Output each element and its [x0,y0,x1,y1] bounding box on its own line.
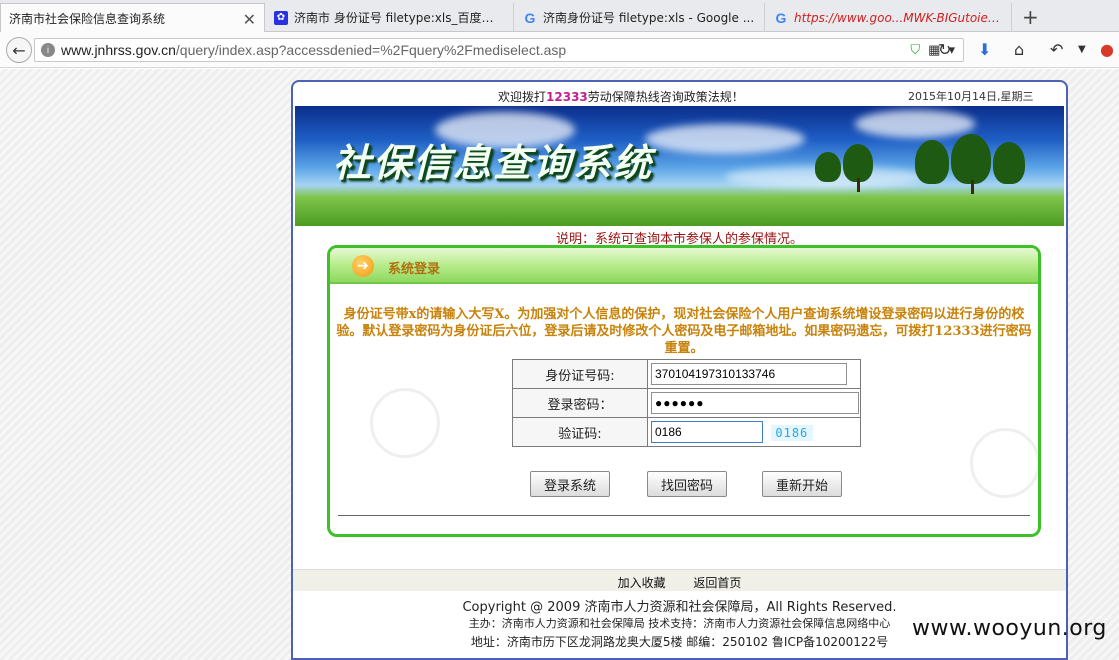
welcome-prefix: 欢迎拨打 [498,90,547,104]
close-icon[interactable]: ✕ [243,10,256,29]
login-button[interactable]: 登录系统 [530,471,610,497]
download-icon[interactable]: ⬇ [978,40,991,59]
current-date: 2015年10月14日,星期三 [908,90,1034,103]
browser-tabbar: 济南市社会保险信息查询系统 ✕ ✿ 济南市 身份证号 filetype:xls_… [0,0,1119,33]
hotline-number: 12333 [546,90,588,104]
top-info-bar: 欢迎拨打12333劳动保障热线咨询政策法规！ 2015年10月14日,星期三 [293,84,1066,106]
footer-links: 加入收藏 返回首页 [293,569,1066,591]
undo-icon[interactable]: ↶ [1050,40,1063,59]
tab-title: 济南市 身份证号 filetype:xls_百度搜索 [294,11,505,25]
banner-title: 社保信息查询系统 [333,141,654,185]
tab-google-search[interactable]: G 济南身份证号 filetype:xls - Google ... [515,3,765,32]
welcome-text: 欢迎拨打12333劳动保障热线咨询政策法规！ [498,88,744,105]
tab-google-url[interactable]: G https://www.goo...MWK-BIGutoie_w [766,3,1012,32]
home-icon[interactable]: ⌂ [1014,40,1024,59]
recover-password-button[interactable]: 找回密码 [647,471,727,497]
login-panel-header: ➔ 系统登录 [330,248,1038,284]
tab-title: 济南市社会保险信息查询系统 [9,12,166,26]
id-number-input[interactable] [651,363,847,385]
login-form: 身份证号码: 登录密码： 验证码: 0186 [512,359,861,447]
password-input[interactable] [651,392,859,414]
tab-baidu-search[interactable]: ✿ 济南市 身份证号 filetype:xls_百度搜索 [266,3,514,32]
addon-icon[interactable]: ● [1100,40,1114,59]
globe-icon: i [41,43,55,57]
captcha-row: 验证码: 0186 [512,417,861,447]
tab-jnhrss[interactable]: 济南市社会保险信息查询系统 ✕ [0,3,265,33]
tab-title: 济南身份证号 filetype:xls - Google ... [543,11,755,25]
id-row: 身份证号码: [512,359,861,389]
login-instructions: 身份证号带x的请输入大写X。为加强对个人信息的保护，现对社会保险个人用户查询系统… [336,307,1032,356]
tab-title: https://www.goo...MWK-BIGutoie_w [794,10,1003,25]
baidu-paw-icon: ✿ [274,10,288,25]
panel-divider [338,515,1030,516]
login-title: 系统登录 [388,262,441,277]
wooyun-watermark: www.wooyun.org [912,616,1107,641]
password-label: 登录密码： [512,388,648,418]
shield-icon[interactable]: ⛉ [910,42,920,58]
captcha-input[interactable] [651,421,763,443]
captcha-label: 验证码: [512,417,648,447]
copyright-text: Copyright @ 2009 济南市人力资源和社会保障局，All Right… [462,600,897,615]
arrow-left-icon: ← [12,40,26,60]
new-tab-button[interactable]: + [1022,5,1039,29]
id-label: 身份证号码: [512,359,648,389]
captcha-image[interactable]: 0186 [770,424,813,441]
welcome-suffix: 劳动保障热线咨询政策法规！ [587,90,744,104]
password-row: 登录密码： [512,388,861,418]
browser-navbar: ← i www.jnhrss.gov.cn/query/index.asp?ac… [0,32,1119,68]
url-path: /query/index.asp?accessdenied=%2Fquery%2… [175,42,567,58]
login-panel: ➔ 系统登录 身份证号带x的请输入大写X。为加强对个人信息的保护，现对社会保险个… [327,245,1041,537]
site-banner: 社保信息查询系统 [295,106,1064,226]
arrow-right-icon: ➔ [352,255,374,277]
back-button[interactable]: ← [6,37,32,63]
site-container: 欢迎拨打12333劳动保障热线咨询政策法规！ 2015年10月14日,星期三 社… [291,80,1068,660]
add-favorite-link[interactable]: 加入收藏 [618,576,666,590]
address-bar[interactable]: i www.jnhrss.gov.cn/query/index.asp?acce… [34,38,964,62]
reload-icon[interactable]: ↻ [938,40,951,59]
google-icon: G [524,9,536,26]
menu-dropdown-icon[interactable]: ▼ [1078,44,1086,55]
restart-button[interactable]: 重新开始 [762,471,842,497]
url-host: www.jnhrss.gov.cn [61,42,176,58]
home-link[interactable]: 返回首页 [693,576,741,590]
google-icon: G [775,9,787,26]
